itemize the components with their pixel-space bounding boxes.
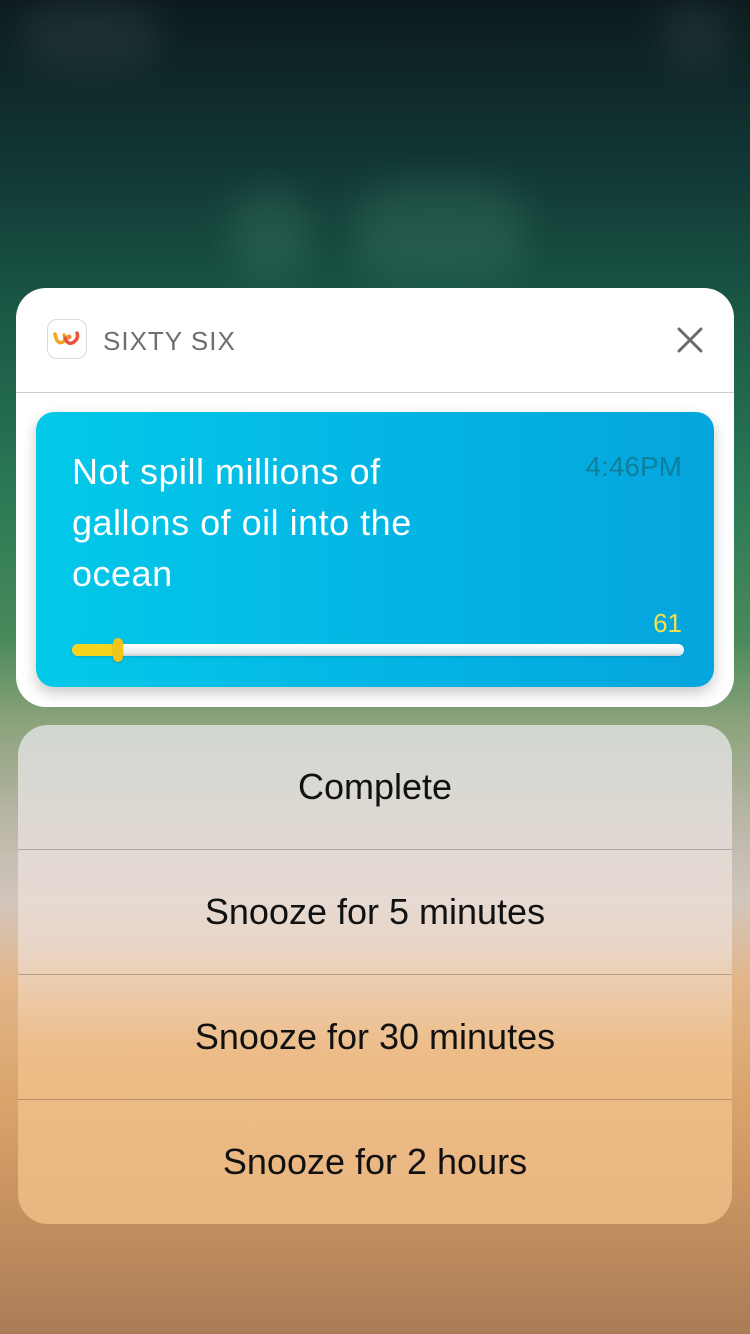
snooze-30-minutes-button[interactable]: Snooze for 30 minutes — [18, 975, 732, 1099]
habit-time: 4:46PM — [585, 451, 683, 482]
background-blur — [355, 185, 525, 280]
progress-bar — [72, 638, 684, 662]
background-blur — [230, 190, 310, 280]
close-icon[interactable] — [668, 318, 712, 362]
sixty-six-logo-icon — [47, 319, 87, 359]
snooze-2-hours-button[interactable]: Snooze for 2 hours — [18, 1100, 732, 1224]
notification-card[interactable]: SIXTY SIX Not spill millions of gallons … — [16, 288, 734, 707]
notification-header: SIXTY SIX — [16, 288, 734, 393]
background-blur — [20, 0, 160, 70]
habit-card[interactable]: Not spill millions of gallons of oil int… — [36, 412, 714, 687]
complete-button[interactable]: Complete — [18, 725, 732, 849]
action-menu: Complete Snooze for 5 minutes Snooze for… — [18, 725, 732, 1224]
app-name: SIXTY SIX — [103, 326, 236, 356]
background-blur — [660, 0, 730, 70]
progress-knob — [113, 638, 123, 662]
progress-fill — [72, 644, 118, 656]
progress-count: 61 — [653, 608, 682, 638]
snooze-5-minutes-button[interactable]: Snooze for 5 minutes — [18, 850, 732, 974]
habit-title: Not spill millions of gallons of oil int… — [72, 451, 412, 594]
